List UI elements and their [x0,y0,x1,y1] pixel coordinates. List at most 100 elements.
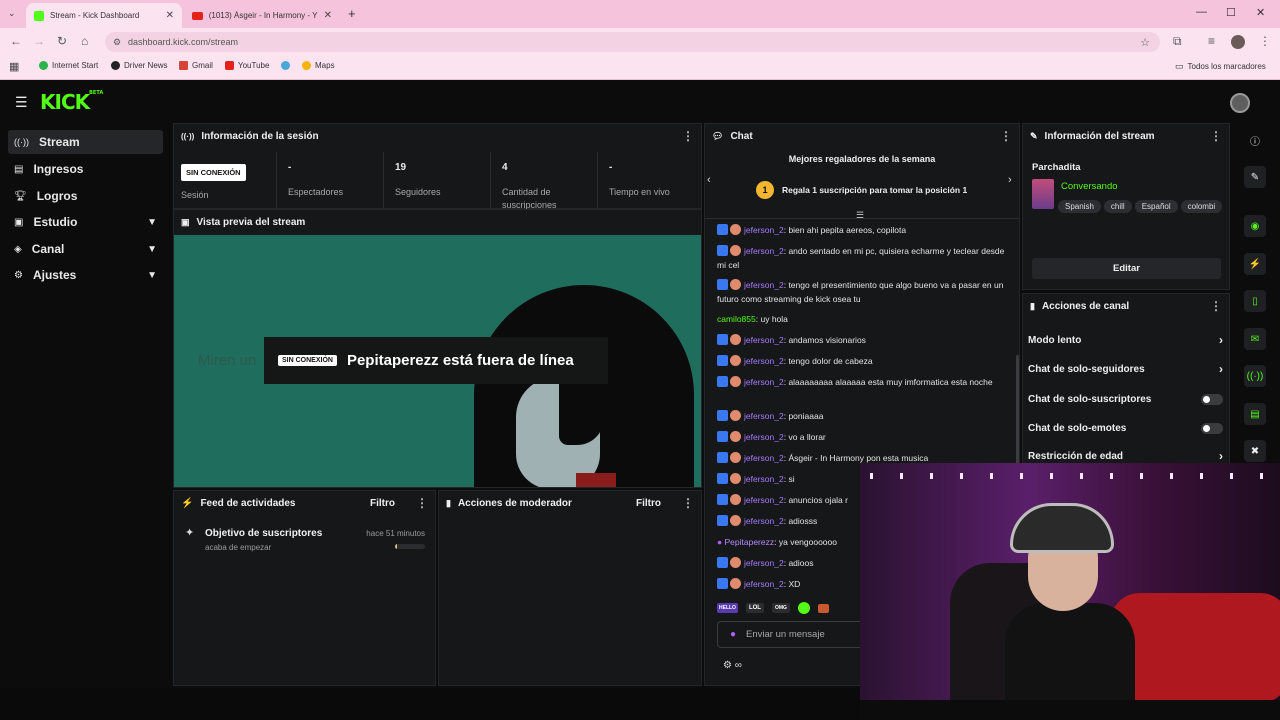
tab-search-icon[interactable]: ⌄ [8,8,16,19]
youtube-favicon-icon [192,11,203,20]
close-tab-icon[interactable]: ✕ [166,10,174,21]
profile-avatar[interactable] [1231,35,1245,49]
chat-username[interactable]: Pepitaperezz [725,537,775,547]
bookmark-star-icon[interactable]: ☆ [1140,36,1150,49]
chat-bubble-icon: 💬︎ [712,130,724,141]
extensions-icon[interactable]: ⧉ [1173,34,1182,49]
forward-icon[interactable]: → [33,34,45,48]
lightning-icon[interactable]: ⚡ [1244,253,1266,275]
info-icon[interactable]: ⓘ [1244,129,1266,151]
chat-settings-icon[interactable]: ⚙ ∞ [723,660,742,671]
emote-lol[interactable]: LOL [745,603,764,613]
more-options-icon[interactable]: ⋮ [1210,129,1222,143]
bookmark-gmail[interactable]: Gmail [179,61,213,70]
slow-mode-row[interactable]: Modo lento › [1028,330,1223,350]
document-icon[interactable]: ▯ [1244,290,1266,312]
moderator-badge-icon [717,279,728,290]
reload-icon[interactable]: ↻ [57,34,67,48]
hamburger-menu-icon[interactable]: ☰ [15,94,28,111]
chat-username[interactable]: jeferson_2 [744,579,784,589]
media-icon[interactable]: ≡ [1208,34,1215,48]
pin-icon[interactable]: ☰ [856,210,864,221]
maximize-icon[interactable]: ☐ [1226,6,1236,19]
emote-omg[interactable]: OMG [771,603,790,613]
moderator-badge-icon [717,452,728,463]
chat-username[interactable]: jeferson_2 [744,516,784,526]
home-icon[interactable]: ⌂ [81,34,88,48]
chat-username[interactable]: jeferson_2 [744,225,784,235]
capture-icon[interactable]: ◉ [1244,215,1266,237]
sidebar-item-estudio[interactable]: ▣ Estudio ▼ [8,210,163,234]
url-input[interactable]: ⚙ dashboard.kick.com/stream ☆ [105,32,1160,52]
emote-green-icon[interactable] [797,602,810,614]
layers-icon[interactable]: ▤ [1244,403,1266,425]
emote-hello[interactable]: HELLO [717,603,738,613]
chevron-right-icon[interactable]: › [1008,174,1012,186]
broadcast-icon[interactable]: ((·)) [1244,365,1266,387]
more-options-icon[interactable]: ⋮ [1000,129,1012,143]
sidebar-item-logros[interactable]: 🏆︎ Logros [8,184,163,208]
bookmark-extension[interactable] [281,61,290,70]
emote-box-icon[interactable] [817,603,829,613]
wrench-icon[interactable]: ✖ [1244,440,1266,462]
chat-rail-icon[interactable]: ✉ [1244,328,1266,350]
category-name[interactable]: Conversando [1061,181,1118,192]
chat-text: andamos visionarios [788,335,866,345]
bookmark-maps[interactable]: Maps [302,61,335,70]
sidebar-item-stream[interactable]: ((·)) Stream [8,130,163,154]
edit-button[interactable]: Editar [1032,258,1221,279]
chat-text: ya vengoooooo [778,537,837,547]
chevron-left-icon[interactable]: ‹ [707,174,711,186]
bookmark-youtube[interactable]: YouTube [225,61,269,70]
sidebar-item-ingresos[interactable]: ▤ Ingresos [8,157,163,181]
user-avatar[interactable] [1230,93,1250,113]
new-tab-icon[interactable]: + [348,6,356,21]
moderator-filter-button[interactable]: Filtro [636,498,661,509]
site-info-icon[interactable]: ⚙ [113,37,121,48]
sidebar-item-canal[interactable]: ◈ Canal ▼ [8,237,163,261]
moderator-badge-icon [717,245,728,256]
shield-icon: ▮ [446,497,451,508]
extension-icon [281,61,290,70]
chevron-right-icon: › [1219,333,1223,347]
more-options-icon[interactable]: ⋮ [1210,299,1222,313]
chat-username[interactable]: jeferson_2 [744,432,784,442]
gift-prompt[interactable]: Regala 1 suscripción para tomar la posic… [782,185,967,195]
chat-username[interactable]: jeferson_2 [744,411,784,421]
close-window-icon[interactable]: ✕ [1256,6,1265,19]
moderator-badge-icon [717,355,728,366]
chat-username[interactable]: jeferson_2 [744,495,784,505]
browser-tab-kick[interactable]: Stream - Kick Dashboard ✕ [26,3,182,28]
chat-username[interactable]: jeferson_2 [744,377,784,387]
microphone-icon[interactable]: ● [730,629,736,640]
chat-username[interactable]: jeferson_2 [744,356,784,366]
chat-username[interactable]: jeferson_2 [744,474,784,484]
chat-username[interactable]: camilo855 [717,314,756,324]
moderator-badge-icon [717,557,728,568]
chat-username[interactable]: jeferson_2 [744,246,784,256]
followers-only-row[interactable]: Chat de solo-seguidores › [1028,359,1223,379]
chat-username[interactable]: jeferson_2 [744,280,784,290]
subscriber-badge-icon [730,410,741,421]
activity-filter-button[interactable]: Filtro [370,498,395,509]
more-options-icon[interactable]: ⋮ [682,129,694,143]
more-options-icon[interactable]: ⋮ [416,496,428,510]
sidebar-item-ajustes[interactable]: ⚙ Ajustes ▼ [8,263,163,287]
chat-username[interactable]: jeferson_2 [744,335,784,345]
close-tab-icon[interactable]: ✕ [324,10,332,21]
back-icon[interactable]: ← [10,34,22,48]
browser-tab-youtube[interactable]: (1013) Ásgeir - In Harmony - Y ✕ [184,3,340,28]
subscribers-only-toggle[interactable] [1201,393,1223,405]
more-options-icon[interactable]: ⋮ [682,496,694,510]
menu-icon[interactable]: ⋮ [1259,34,1271,48]
apps-grid-icon[interactable]: ▦ [9,60,19,73]
bookmark-driver-news[interactable]: Driver News [111,61,168,70]
edit-stream-icon[interactable]: ✎ [1244,166,1266,188]
chat-username[interactable]: jeferson_2 [744,558,784,568]
all-bookmarks[interactable]: ▭ Todos los marcadores [1175,61,1266,72]
kick-logo[interactable]: KICKBETA [40,90,103,114]
chat-username[interactable]: jeferson_2 [744,453,784,463]
emotes-only-toggle[interactable] [1201,422,1223,434]
minimize-icon[interactable]: — [1196,6,1207,18]
bookmark-internet-start[interactable]: Internet Start [39,61,98,70]
